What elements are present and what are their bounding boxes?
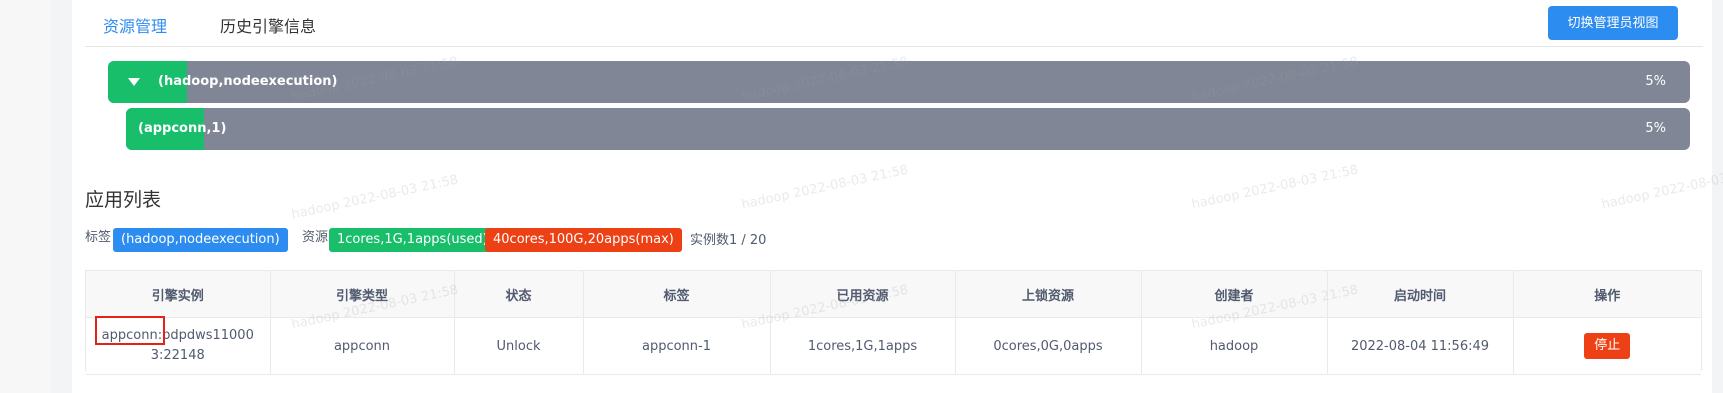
- left-gutter: [0, 0, 50, 393]
- column-header-type: 引擎类型: [270, 271, 455, 318]
- tag-value-badge: (hadoop,nodeexecution): [113, 228, 288, 252]
- table-row: appconn:bdpdws110003:22148 appconn Unloc…: [86, 317, 1701, 375]
- engine-table: 引擎实例 引擎类型 状态 标签 已用资源 上锁资源 创建者 启动时间 操作 ap…: [85, 270, 1702, 375]
- tab-divider: [85, 46, 1703, 47]
- resource-bar-label: (appconn,1): [138, 121, 227, 136]
- cell-action: 停止: [1513, 317, 1701, 375]
- cell-label: appconn-1: [583, 317, 771, 375]
- column-header-instance: 引擎实例: [86, 271, 271, 318]
- right-gutter: [1712, 0, 1723, 393]
- column-header-creator: 创建者: [1141, 271, 1328, 318]
- instance-count: 实例数1 / 20: [690, 233, 767, 248]
- caret-down-icon[interactable]: [128, 78, 140, 86]
- resource-label: 资源: [302, 230, 329, 245]
- tab-history-engine-info[interactable]: 历史引擎信息: [220, 16, 316, 38]
- cell-locked: 0cores,0G,0apps: [955, 317, 1142, 375]
- cell-start-time: 2022-08-04 11:56:49: [1327, 317, 1514, 375]
- column-header-locked: 上锁资源: [955, 271, 1142, 318]
- column-header-start-time: 启动时间: [1327, 271, 1514, 318]
- resource-bar-percent: 5%: [1645, 121, 1666, 136]
- tag-label: 标签: [85, 230, 112, 245]
- max-resource-badge: 40cores,100G,20apps(max): [485, 228, 682, 252]
- table-header-row: 引擎实例 引擎类型 状态 标签 已用资源 上锁资源 创建者 启动时间 操作: [86, 271, 1701, 318]
- cell-used: 1cores,1G,1apps: [770, 317, 956, 375]
- app-list-title: 应用列表: [85, 189, 162, 211]
- stop-button[interactable]: 停止: [1584, 333, 1631, 359]
- column-header-status: 状态: [454, 271, 584, 318]
- cell-creator: hadoop: [1141, 317, 1328, 375]
- column-header-used: 已用资源: [770, 271, 956, 318]
- tab-resource-management[interactable]: 资源管理: [103, 16, 167, 38]
- cell-status: Unlock: [454, 317, 584, 375]
- used-resource-badge: 1cores,1G,1apps(used): [329, 228, 496, 252]
- resource-bar-percent: 5%: [1645, 74, 1666, 89]
- column-header-action: 操作: [1513, 271, 1701, 318]
- resource-bar-hadoop[interactable]: (hadoop,nodeexecution) 5%: [108, 61, 1690, 103]
- column-header-label: 标签: [583, 271, 771, 318]
- resource-bar-appconn[interactable]: (appconn,1) 5%: [126, 108, 1690, 150]
- resource-bar-label: (hadoop,nodeexecution): [158, 74, 338, 89]
- cell-type: appconn: [270, 317, 455, 375]
- switch-admin-view-button[interactable]: 切换管理员视图: [1548, 6, 1678, 40]
- cell-instance: appconn:bdpdws110003:22148: [86, 317, 271, 375]
